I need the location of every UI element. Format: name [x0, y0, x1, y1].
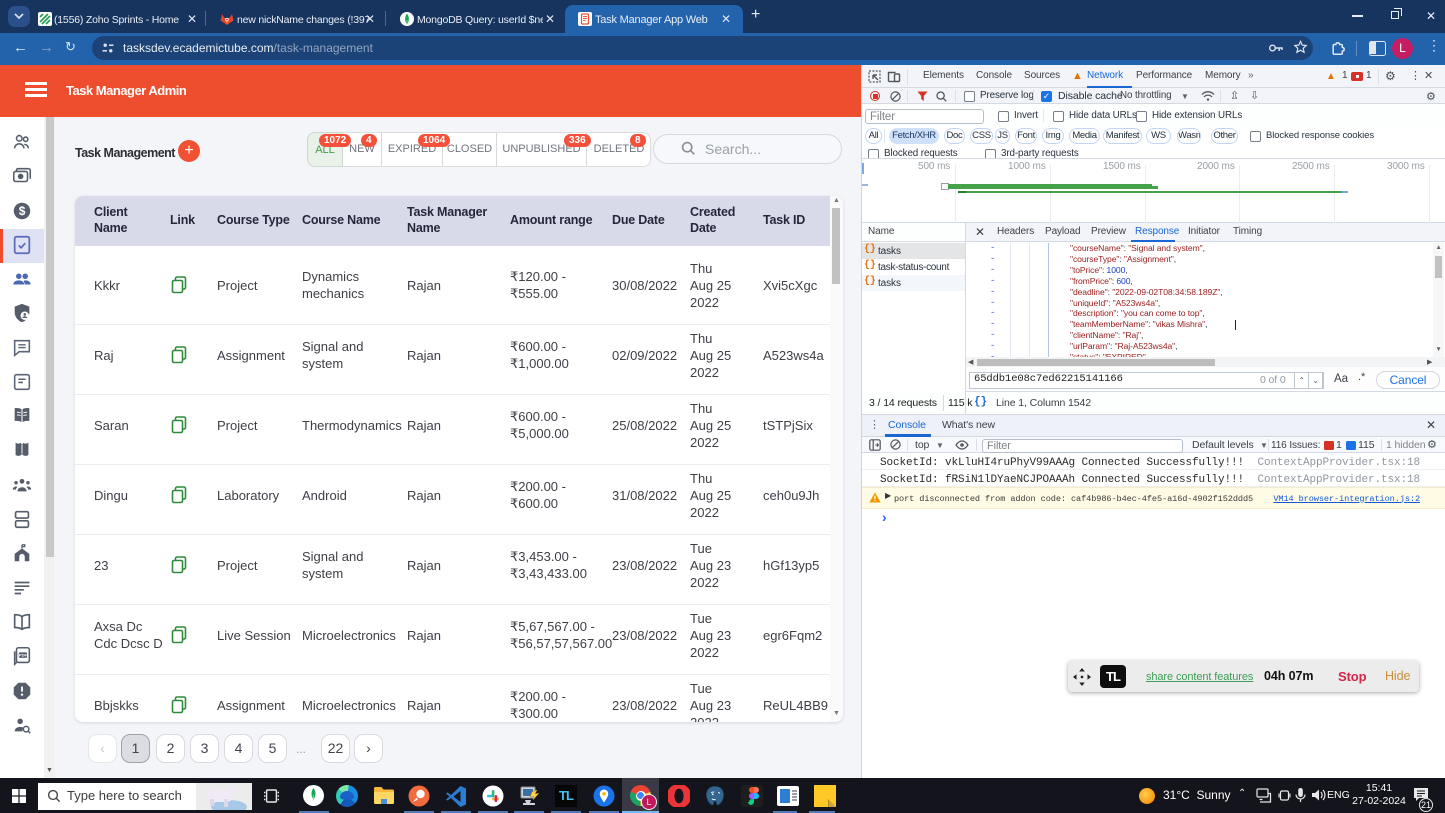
svg-text:PDF: PDF — [19, 653, 28, 658]
svg-text:$: $ — [19, 204, 26, 218]
